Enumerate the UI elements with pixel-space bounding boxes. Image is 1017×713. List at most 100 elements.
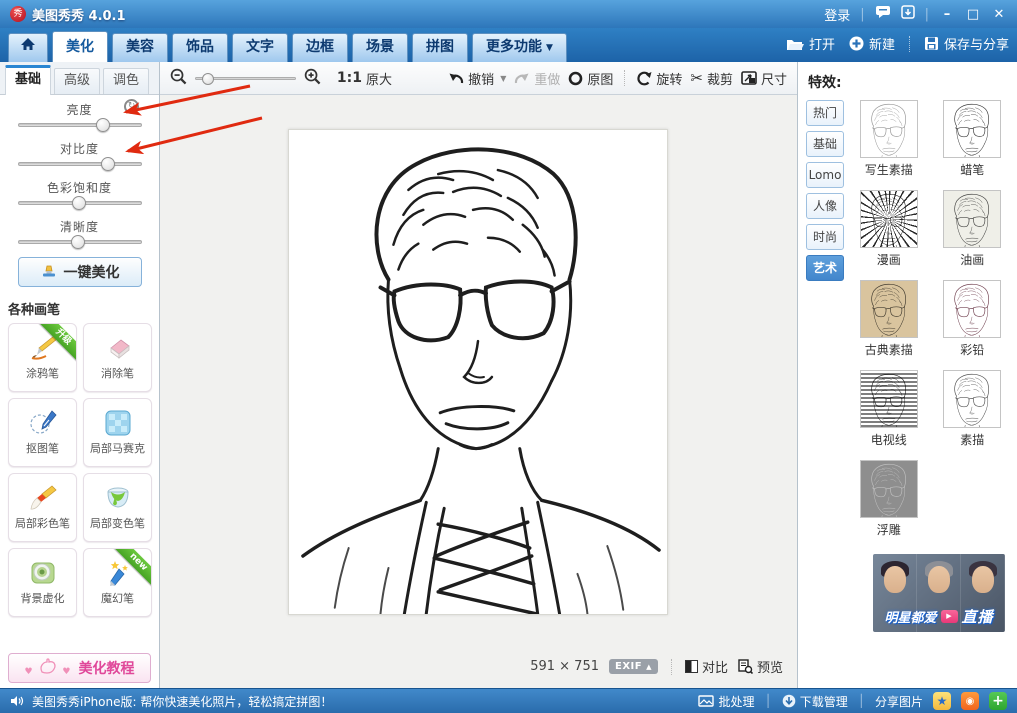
brush-doodle-pen[interactable]: 升级 涂鸦笔 [8,323,77,392]
tab-collage[interactable]: 拼图 [412,33,468,62]
fx-tab-portrait[interactable]: 人像 [806,193,844,219]
effect-tv-lines[interactable]: 电视线 [857,370,921,448]
brush-magic-pen[interactable]: new 魔幻笔 [83,548,152,617]
effect-crayon[interactable]: 蜡笔 [940,100,1004,178]
tab-advanced[interactable]: 高级 [54,68,100,94]
effect-comic[interactable]: 漫画 [857,190,921,268]
one-key-beautify-button[interactable]: 一键美化 [18,257,142,287]
saturation-slider-thumb[interactable] [72,196,86,210]
tab-retouch[interactable]: 美容 [112,33,168,62]
view-zoom-slider[interactable] [195,77,296,80]
save-share-button[interactable]: 保存与分享 [924,34,1009,53]
redo-button[interactable]: 重做 [514,69,560,88]
mosaic-icon [104,409,132,437]
zoom-out-icon[interactable] [170,68,187,89]
login-link[interactable]: 登录 [824,5,850,24]
brightness-slider-thumb[interactable] [96,118,110,132]
fx-tab-hot[interactable]: 热门 [806,100,844,126]
contrast-slider-thumb[interactable] [101,157,115,171]
tab-scenes[interactable]: 场景 [352,33,408,62]
tab-basic[interactable]: 基础 [5,65,51,95]
status-separator: │ [765,694,772,708]
view-toolbar: 1:1 原大 撤销▼ 重做 原图 [160,62,797,95]
actual-size-button[interactable]: 1:1 原大 [329,69,392,88]
effect-sketch[interactable]: 素描 [940,370,1004,448]
tutorial-button[interactable]: ♥ ♥ 美化教程 [8,653,151,683]
brush-local-color-pen[interactable]: 局部彩色笔 [8,473,77,542]
rotate-button[interactable]: 旋转 [636,69,682,88]
brushes-header: 各种画笔 [8,299,159,318]
undo-button[interactable]: 撤销▼ [448,69,506,88]
effect-emboss[interactable]: 浮雕 [857,460,921,538]
exif-badge[interactable]: EXIF ▲ [609,659,658,674]
brush-local-mosaic[interactable]: 局部马赛克 [83,398,152,467]
save-icon [924,36,939,51]
clarity-slider[interactable] [18,240,142,244]
effect-oil-painting[interactable]: 油画 [940,190,1004,268]
undo-icon [448,72,464,85]
contrast-label: 对比度 [0,140,159,157]
open-button[interactable]: 打开 [786,34,835,53]
close-button[interactable]: ✕ [991,7,1007,22]
skin-icon[interactable] [901,5,915,23]
tab-accessories[interactable]: 饰品 [172,33,228,62]
preview-button[interactable]: 预览 [738,657,783,676]
download-icon [782,694,796,708]
adjust-panel: 基础 高级 调色 ↻ 亮度 对比度 [0,62,160,688]
titlebar-separator: | [860,7,864,22]
fx-tab-basic[interactable]: 基础 [806,131,844,157]
effect-sketch-drawing[interactable]: 写生素描 [857,100,921,178]
add-share-icon[interactable]: + [989,692,1007,710]
tab-tone[interactable]: 调色 [103,68,149,94]
ad-banner[interactable]: 明星都爱 ▶ 直播 [873,554,1005,632]
brush-background-blur[interactable]: 背景虚化 [8,548,77,617]
original-image-button[interactable]: 原图 [568,69,613,88]
batch-process-button[interactable]: 批处理 [698,693,754,710]
zoom-in-icon[interactable] [304,68,321,89]
weibo-icon[interactable]: ◉ [961,692,979,710]
app-logo-icon: 秀 [10,6,26,22]
contrast-slider[interactable] [18,162,142,166]
status-separator: │ [858,694,865,708]
magic-pen-icon [103,559,133,587]
compare-button[interactable]: 对比 [685,657,728,676]
home-tab[interactable] [8,33,48,62]
cutout-pen-icon [28,409,58,437]
canvas[interactable]: 591 × 751 EXIF ▲ 对比 预览 [160,95,797,688]
effect-classic-sketch[interactable]: 古典素描 [857,280,921,358]
tab-frames[interactable]: 边框 [292,33,348,62]
view-zoom-slider-thumb[interactable] [202,73,214,85]
plus-circle-icon [849,36,864,51]
crop-button[interactable]: ✂ 裁剪 [690,69,733,88]
fx-tab-lomo[interactable]: Lomo [806,162,844,188]
compare-icon [685,660,698,673]
tab-text[interactable]: 文字 [232,33,288,62]
brush-cutout-pen[interactable]: 抠图笔 [8,398,77,467]
download-manager-button[interactable]: 下载管理 [782,693,848,710]
fx-tab-fashion[interactable]: 时尚 [806,224,844,250]
maximize-button[interactable]: □ [965,7,981,22]
share-image-button[interactable]: 分享图片 [875,693,923,710]
feedback-icon[interactable] [875,5,891,23]
brush-local-recolor-pen[interactable]: 局部变色笔 [83,473,152,542]
tab-more-features[interactable]: 更多功能▼ [472,33,567,62]
qzone-icon[interactable]: ★ [933,692,951,710]
fx-tab-art[interactable]: 艺术 [806,255,844,281]
effect-color-pencil[interactable]: 彩铅 [940,280,1004,358]
brush-eraser-pen[interactable]: 消除笔 [83,323,152,392]
eraser-icon [103,334,133,362]
reset-sliders-icon[interactable]: ↻ [124,99,139,114]
effects-header: 特效: [808,72,1009,92]
new-button[interactable]: 新建 [849,34,895,53]
titlebar-separator: | [925,7,929,22]
app-window: 秀 美图秀秀 4.0.1 登录 | | – □ ✕ 美化 美容 饰品 文字 边框… [0,0,1017,713]
clarity-slider-thumb[interactable] [71,235,85,249]
status-message[interactable]: 美图秀秀iPhone版: 帮你快速美化照片，轻松搞定拼图！ [32,693,332,710]
tab-beautify[interactable]: 美化 [52,31,108,62]
chevron-down-icon: ▼ [500,74,506,83]
saturation-slider[interactable] [18,201,142,205]
paint-bucket-icon [103,484,133,512]
brightness-slider[interactable] [18,123,142,127]
resize-button[interactable]: 尺寸 [741,69,787,88]
minimize-button[interactable]: – [939,7,955,22]
